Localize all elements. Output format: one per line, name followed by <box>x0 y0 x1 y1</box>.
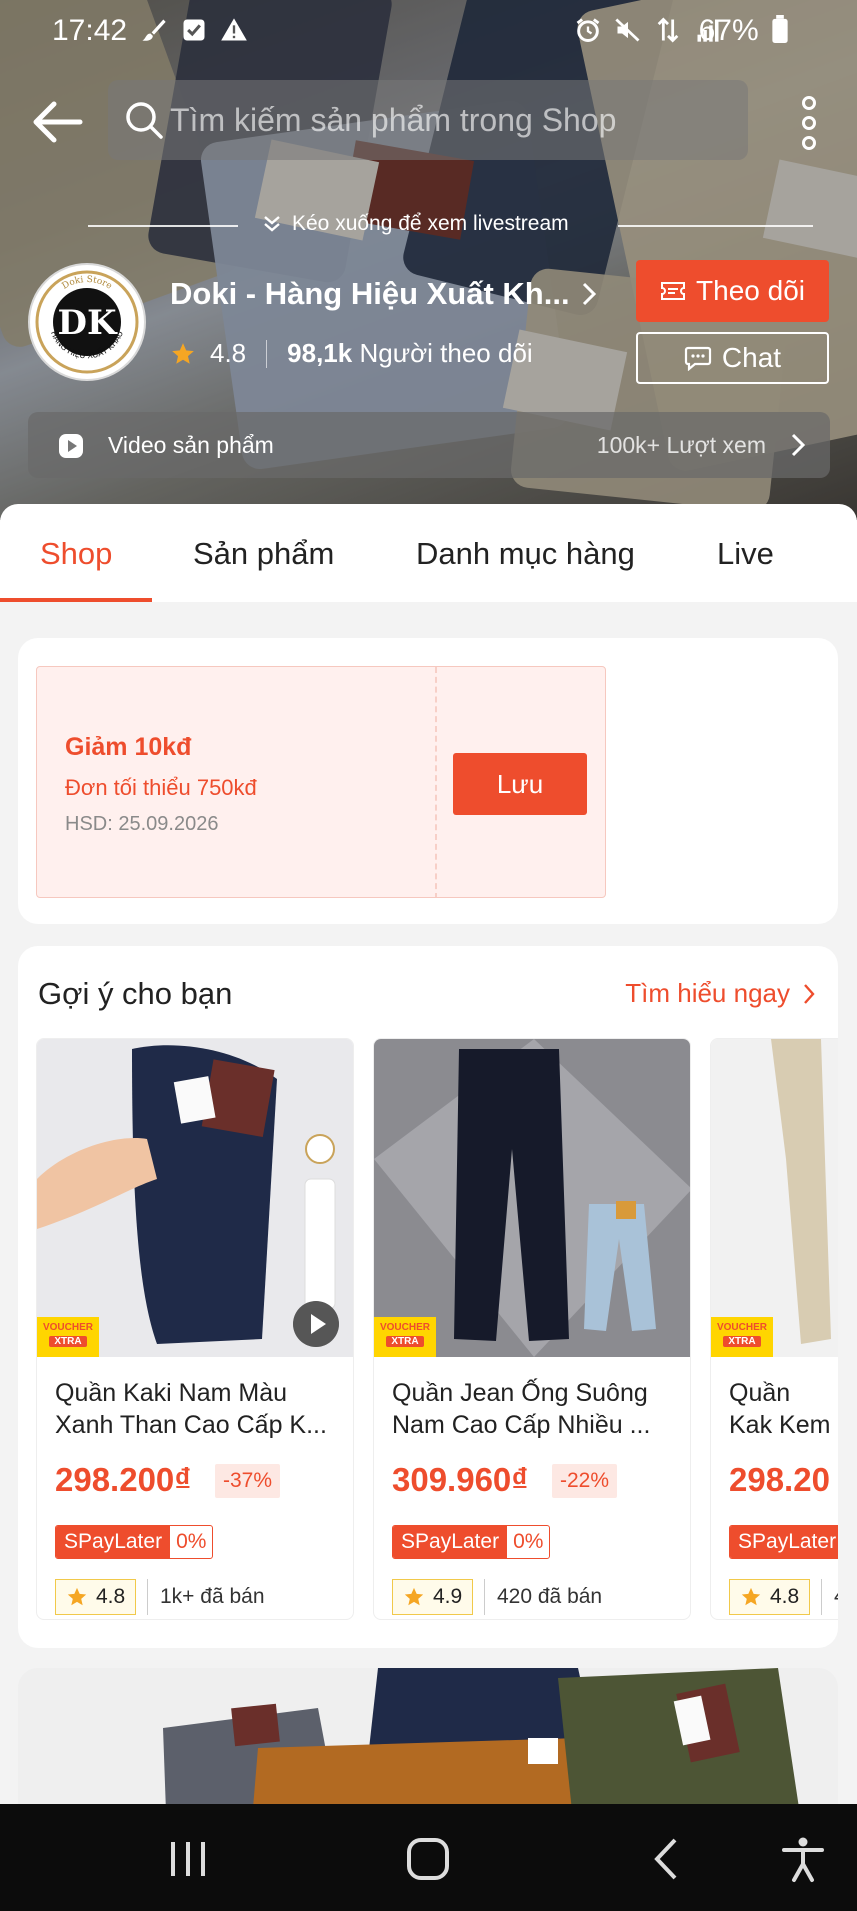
recent-apps-icon[interactable] <box>163 1834 213 1884</box>
shop-tabs: Shop Sản phẩm Danh mục hàng Live <box>0 504 857 602</box>
product-rating: 4.8 <box>729 1579 811 1615</box>
discount-badge: -37% <box>215 1464 281 1498</box>
product-price: 309.960₫ <box>392 1461 529 1498</box>
shop-stats: 4.8 98,1k Người theo dõi <box>170 338 533 369</box>
product-card[interactable]: VOUCHER XTRA Quần Jean Ống Suông Nam Cao … <box>373 1038 691 1620</box>
product-sold-count: 420 đã bán <box>484 1579 602 1615</box>
spaylater-badge: SPayLater 0% <box>392 1525 551 1559</box>
star-icon <box>404 1587 424 1606</box>
product-image <box>711 1039 838 1357</box>
product-rating: 4.9 <box>392 1579 474 1615</box>
voucher-xtra-badge: VOUCHER XTRA <box>374 1317 436 1357</box>
voucher-expiry: HSD: 25.09.2026 <box>65 813 219 835</box>
home-icon[interactable] <box>403 1834 453 1884</box>
voucher-ticket: Giảm 10kđ Đơn tối thiểu 750kđ HSD: 25.09… <box>36 666 606 898</box>
back-arrow-icon[interactable] <box>26 96 86 148</box>
spaylater-badge: SPayLater <box>729 1525 838 1559</box>
product-rating: 4.8 <box>55 1579 137 1615</box>
product-name: Quần Kaki Nam Màu Xanh Than Cao Cấp K... <box>55 1379 327 1439</box>
alarm-icon <box>576 18 600 42</box>
accessibility-icon[interactable] <box>778 1834 828 1884</box>
shop-followers-count: 98,1k <box>287 338 353 368</box>
save-voucher-button[interactable]: Lưu <box>453 753 587 815</box>
product-sold-count: 1k+ đã bán <box>147 1579 265 1615</box>
follow-button-label: Theo dõi <box>696 275 805 306</box>
suggestions-section: Gợi ý cho bạn Tìm hiểu ngay VOUCHER XTRA … <box>18 946 838 1648</box>
shop-rating: 4.8 <box>210 338 247 368</box>
active-tab-indicator <box>0 598 152 602</box>
search-bar[interactable] <box>108 80 748 160</box>
shop-name[interactable]: Doki - Hàng Hiệu Xuất Kh... <box>170 276 598 312</box>
more-options-icon[interactable] <box>795 96 823 150</box>
warning-icon <box>221 18 247 41</box>
product-card[interactable]: VOUCHERXTRA Quần Kak Kem Cao 298.20 SPay… <box>710 1038 838 1620</box>
product-name: Quần Jean Ống Suông Nam Cao Cấp Nhiều ..… <box>392 1379 651 1439</box>
video-bar-views: 100k+ Lượt xem <box>596 432 766 458</box>
product-name: Quần Kak Kem Cao <box>729 1379 831 1439</box>
tab-shop[interactable]: Shop <box>40 536 112 572</box>
voucher-title: Giảm 10kđ <box>65 733 192 761</box>
chevron-right-icon <box>582 282 596 306</box>
double-chevron-down-icon <box>264 216 280 232</box>
search-icon <box>126 102 163 139</box>
tab-products[interactable]: Sản phẩm <box>193 536 334 572</box>
product-card[interactable]: VOUCHER XTRA Quần Kaki Nam Màu Xanh Than … <box>36 1038 354 1620</box>
star-icon <box>741 1587 761 1606</box>
play-video-icon[interactable] <box>293 1301 339 1347</box>
suggestions-title: Gợi ý cho bạn <box>38 976 233 1011</box>
chat-button[interactable]: Chat <box>636 332 829 384</box>
tab-categories[interactable]: Danh mục hàng <box>416 536 635 572</box>
learn-more-label: Tìm hiểu ngay <box>625 978 790 1008</box>
product-sold-count: 4 <box>821 1579 838 1615</box>
mute-icon <box>615 18 640 42</box>
top-bar <box>0 80 857 164</box>
back-icon[interactable] <box>643 1834 693 1884</box>
chevron-right-icon <box>804 983 815 1004</box>
status-bar: 17:42 67% <box>0 0 857 66</box>
shop-logo-image: DK Doki Store HÀNG HIỆU XUẤT KHẨU <box>35 270 139 374</box>
checkbox-icon <box>183 19 205 41</box>
video-icon <box>59 434 83 458</box>
battery-percent: 67% <box>699 14 789 48</box>
star-icon <box>67 1587 87 1606</box>
voucher-min-order: Đơn tối thiểu 750kđ <box>65 775 257 800</box>
product-price: 298.20 <box>729 1461 830 1498</box>
star-icon <box>172 342 194 364</box>
product-image <box>374 1039 690 1357</box>
paintbrush-icon <box>142 19 166 41</box>
battery-icon <box>772 15 788 43</box>
system-navigation-bar <box>0 1804 857 1911</box>
chat-bubble-icon <box>684 346 712 371</box>
voucher-xtra-badge: VOUCHER XTRA <box>37 1317 99 1357</box>
voucher-xtra-badge: VOUCHER XTRA <box>711 1317 773 1357</box>
video-bar-label: Video sản phẩm <box>108 432 274 458</box>
spaylater-badge: SPayLater 0% <box>55 1525 214 1559</box>
svg-text:DK: DK <box>57 303 117 343</box>
voucher-section: Giảm 10kđ Đơn tối thiểu 750kđ HSD: 25.09… <box>18 638 838 924</box>
follow-button[interactable]: Theo dõi <box>636 260 829 322</box>
product-video-bar[interactable]: Video sản phẩm 100k+ Lượt xem <box>28 412 830 478</box>
shop-name-text: Doki - Hàng Hiệu Xuất Kh... <box>170 276 570 311</box>
product-price: 298.200₫ <box>55 1461 192 1498</box>
status-time: 17:42 <box>52 14 128 47</box>
pull-hint-text: Kéo xuống để xem livestream <box>292 212 569 235</box>
shop-followers-label: Người theo dõi <box>359 338 533 368</box>
search-input[interactable] <box>170 80 730 160</box>
shop-logo[interactable]: DK Doki Store HÀNG HIỆU XUẤT KHẨU <box>28 263 146 381</box>
ticket-icon <box>661 282 686 300</box>
pull-down-hint: Kéo xuống để xem livestream <box>0 210 857 240</box>
chat-button-label: Chat <box>721 342 782 373</box>
chevron-right-icon <box>791 433 806 457</box>
tab-live[interactable]: Live <box>717 536 774 572</box>
learn-more-link[interactable]: Tìm hiểu ngay <box>625 978 816 1009</box>
discount-badge: -22% <box>552 1464 618 1498</box>
data-icon <box>657 17 679 43</box>
